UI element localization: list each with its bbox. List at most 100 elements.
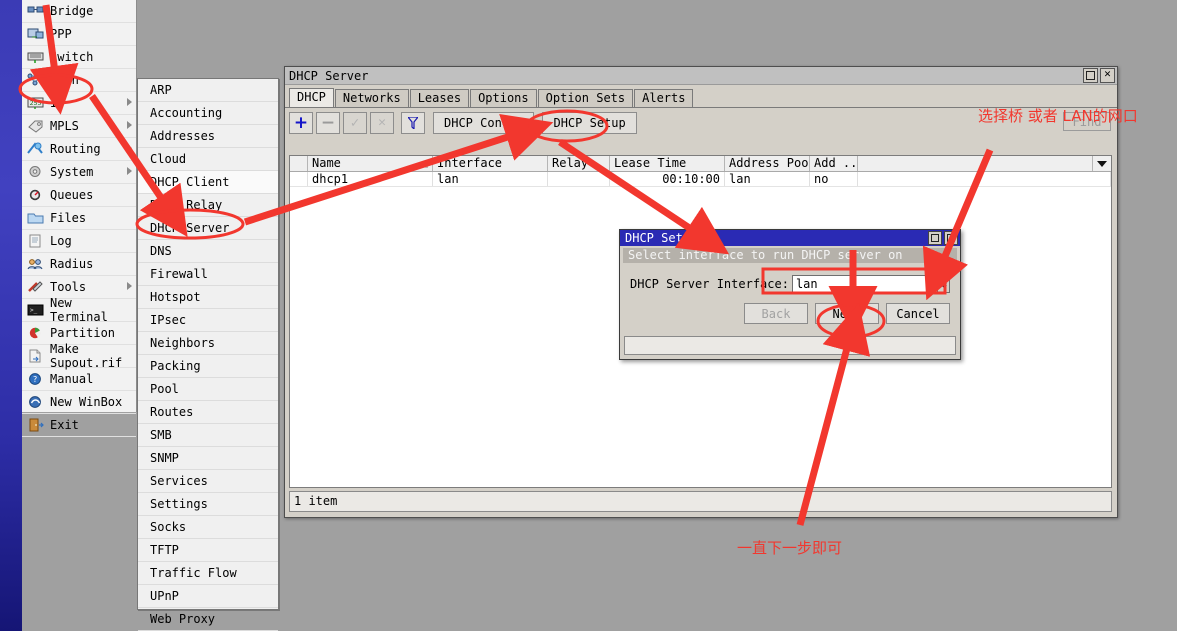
menu-item-new-terminal[interactable]: >_ New Terminal <box>22 296 136 324</box>
table-cell-relay <box>548 172 610 186</box>
sort-asc-icon: △ <box>422 160 428 170</box>
table-cell-name: dhcp1 <box>308 172 433 186</box>
ppp-icon <box>26 26 46 42</box>
interface-field-label: DHCP Server Interface: <box>630 277 789 291</box>
ip-submenu-item-socks[interactable]: Socks <box>138 516 278 539</box>
ip-submenu-item-snmp[interactable]: SNMP <box>138 447 278 470</box>
menu-item-log[interactable]: Log <box>22 230 136 253</box>
tab-alerts[interactable]: Alerts <box>634 89 694 107</box>
funnel-icon <box>408 116 418 129</box>
find-placeholder: Find <box>1072 114 1102 129</box>
tab-networks[interactable]: Networks <box>334 89 409 107</box>
terminal-icon: >_ <box>26 302 46 318</box>
enable-button[interactable]: ✓ <box>343 111 367 134</box>
ip-submenu-item-cloud[interactable]: Cloud <box>138 148 278 171</box>
ip-submenu-item-smb[interactable]: SMB <box>138 424 278 447</box>
menu-item-manual[interactable]: ? Manual <box>22 368 136 391</box>
grid-column-label: Add ... <box>814 156 858 170</box>
tab-option-sets[interactable]: Option Sets <box>537 89 634 107</box>
close-icon: ✕ <box>1103 70 1112 80</box>
ip-submenu-item-traffic-flow[interactable]: Traffic Flow <box>138 562 278 585</box>
ip-submenu-item-dhcp-server[interactable]: DHCP Server <box>138 217 278 240</box>
ip-submenu-item-accounting[interactable]: Accounting <box>138 102 278 125</box>
chevron-right-icon <box>127 167 132 175</box>
tab-options[interactable]: Options <box>470 89 537 107</box>
back-button[interactable]: Back <box>744 303 808 324</box>
column-chooser-button[interactable] <box>1092 156 1111 171</box>
ip-submenu-item-dhcp-relay[interactable]: DHCP Relay <box>138 194 278 217</box>
dhcp-setup-label: DHCP Setup <box>553 115 626 130</box>
ip-submenu-item-web-proxy[interactable]: Web Proxy <box>138 608 278 631</box>
table-cell-lease-time: 00:10:00 <box>610 172 725 186</box>
check-icon: ✓ <box>350 114 360 131</box>
dhcp-setup-title: DHCP Setup <box>625 231 698 245</box>
find-input[interactable]: Find <box>1063 112 1111 131</box>
ip-submenu-item-upnp[interactable]: UPnP <box>138 585 278 608</box>
ip-submenu-item-tftp[interactable]: TFTP <box>138 539 278 562</box>
tab-dhcp[interactable]: DHCP <box>289 88 334 107</box>
menu-item-ip[interactable]: 255 IP <box>22 92 136 115</box>
disable-button[interactable]: ✕ <box>370 111 394 134</box>
dialog-close-button[interactable] <box>944 231 958 245</box>
menu-item-radius[interactable]: Radius <box>22 253 136 276</box>
menu-item-ppp[interactable]: PPP <box>22 23 136 46</box>
dhcp-config-button[interactable]: DHCP Config <box>433 111 535 134</box>
grid-column-header[interactable]: Relay <box>548 156 610 171</box>
cancel-button[interactable]: Cancel <box>886 303 950 324</box>
dhcp-setup-button[interactable]: DHCP Setup <box>542 111 637 134</box>
chevron-down-icon <box>940 284 947 288</box>
filter-button[interactable] <box>401 111 425 134</box>
svg-text:255: 255 <box>30 99 42 107</box>
menu-item-label: Bridge <box>50 4 94 18</box>
menu-item-new-winbox[interactable]: New WinBox <box>22 391 136 414</box>
menu-item-system[interactable]: System <box>22 161 136 184</box>
menu-item-mpls[interactable]: MPLS <box>22 115 136 138</box>
grid-column-header[interactable]: Name △ <box>308 156 433 171</box>
menu-item-make-supout-rif[interactable]: Make Supout.rif <box>22 342 136 370</box>
restore-button[interactable] <box>1083 68 1098 83</box>
ip-submenu-item-pool[interactable]: Pool <box>138 378 278 401</box>
ip-submenu-item-services[interactable]: Services <box>138 470 278 493</box>
grid-column-header[interactable]: Interface <box>433 156 548 171</box>
ip-submenu-item-packing[interactable]: Packing <box>138 355 278 378</box>
table-row[interactable]: dhcp1 lan 00:10:00 lan no <box>290 172 1111 187</box>
ip-submenu-item-addresses[interactable]: Addresses <box>138 125 278 148</box>
menu-item-mesh[interactable]: Mesh <box>22 69 136 92</box>
interface-select[interactable]: lan <box>791 275 938 293</box>
screen-root: erOS WinBox Bridge PPP Switch Mesh 255 IP MPLS… <box>0 0 1177 631</box>
grid-header-filler <box>858 156 1111 171</box>
grid-column-header[interactable]: Lease Time <box>610 156 725 171</box>
ip-submenu-item-hotspot[interactable]: Hotspot <box>138 286 278 309</box>
menu-item-bridge[interactable]: Bridge <box>22 0 136 23</box>
menu-item-routing[interactable]: Routing <box>22 138 136 161</box>
dialog-restore-button[interactable] <box>928 231 942 245</box>
ip-submenu-item-dhcp-client[interactable]: DHCP Client <box>138 171 278 194</box>
supout-icon <box>26 348 46 364</box>
remove-button[interactable]: − <box>316 111 340 134</box>
ip-submenu-item-settings[interactable]: Settings <box>138 493 278 516</box>
close-button[interactable]: ✕ <box>1100 68 1115 83</box>
tab-leases[interactable]: Leases <box>409 89 470 107</box>
menu-item-label: Queues <box>50 188 94 202</box>
ip-submenu-item-firewall[interactable]: Firewall <box>138 263 278 286</box>
menu-item-switch[interactable]: Switch <box>22 46 136 69</box>
ip-submenu-item-ipsec[interactable]: IPsec <box>138 309 278 332</box>
grid-column-header[interactable]: Address Pool <box>725 156 810 171</box>
ip-submenu-item-arp[interactable]: ARP <box>138 79 278 102</box>
chevron-right-icon <box>127 121 132 129</box>
menu-item-exit[interactable]: Exit <box>22 414 136 437</box>
grid-column-header[interactable]: Add ... <box>810 156 858 171</box>
menu-item-label: Routing <box>50 142 101 156</box>
menu-item-queues[interactable]: Queues <box>22 184 136 207</box>
ip-submenu-item-routes[interactable]: Routes <box>138 401 278 424</box>
svg-text:?: ? <box>33 375 38 384</box>
ip-submenu-item-neighbors[interactable]: Neighbors <box>138 332 278 355</box>
ip-submenu-item-dns[interactable]: DNS <box>138 240 278 263</box>
interface-dropdown-arrows[interactable] <box>938 275 950 293</box>
dhcp-server-window-buttons: ✕ <box>1083 68 1117 83</box>
dhcp-setup-statusbar <box>624 336 956 355</box>
menu-item-files[interactable]: Files <box>22 207 136 230</box>
next-button[interactable]: Next <box>815 303 879 324</box>
chevron-right-icon <box>127 144 132 152</box>
add-button[interactable]: + <box>289 111 313 134</box>
